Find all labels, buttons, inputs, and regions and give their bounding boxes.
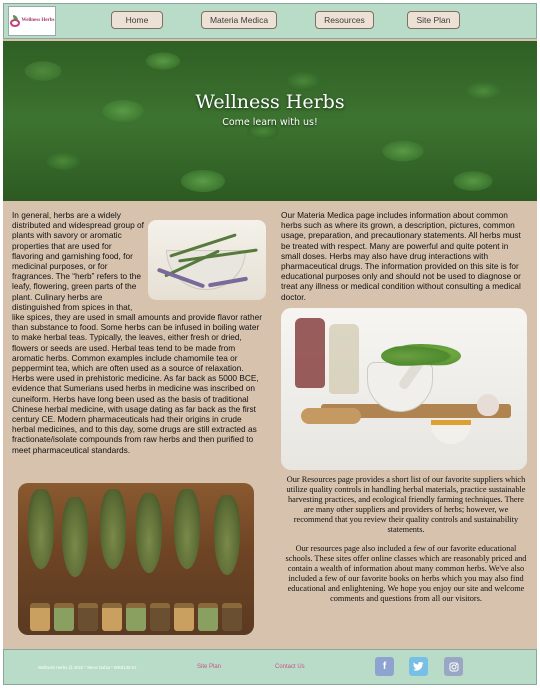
twitter-icon[interactable] [409, 657, 428, 676]
nav-materia-medica-button[interactable]: Materia Medica [201, 11, 277, 29]
hero-subtitle: Come learn with us! [222, 117, 318, 128]
facebook-icon[interactable]: f [375, 657, 394, 676]
hero-banner: Wellness Herbs Come learn with us! [3, 41, 537, 201]
top-nav: Wellness Herbs Home Materia Medica Resou… [3, 3, 537, 39]
footer: Wellness Herbs @ 2022 * Steve Dubia * WE… [3, 649, 537, 685]
resources-paragraph-2: Our resources page also included a few o… [285, 544, 527, 604]
logo-icon [9, 15, 20, 27]
footer-link-contact-us[interactable]: Contact Us [275, 664, 305, 670]
resources-paragraph-1: Our Resources page provides a short list… [286, 475, 526, 535]
instagram-icon[interactable] [444, 657, 463, 676]
nav-home-button[interactable]: Home [111, 11, 163, 29]
materia-medica-intro: Our Materia Medica page includes informa… [281, 210, 521, 302]
footer-link-site-plan[interactable]: Site Plan [197, 664, 221, 670]
footer-copyright: Wellness Herbs @ 2022 * Steve Dubia * WE… [38, 665, 137, 670]
herbs-bowl-image [148, 220, 266, 300]
page: Wellness Herbs Home Materia Medica Resou… [3, 3, 537, 685]
nav-resources-button[interactable]: Resources [315, 11, 374, 29]
logo-text: Wellness Herbs [21, 18, 55, 23]
site-logo[interactable]: Wellness Herbs [8, 6, 56, 36]
hero-title: Wellness Herbs [195, 91, 345, 113]
herbs-intro-text: In general, herbs are a widely distribut… [12, 210, 266, 455]
nav-site-plan-button[interactable]: Site Plan [407, 11, 460, 29]
mortar-pestle-image [281, 308, 527, 470]
dried-herbs-jars-image [18, 483, 254, 635]
